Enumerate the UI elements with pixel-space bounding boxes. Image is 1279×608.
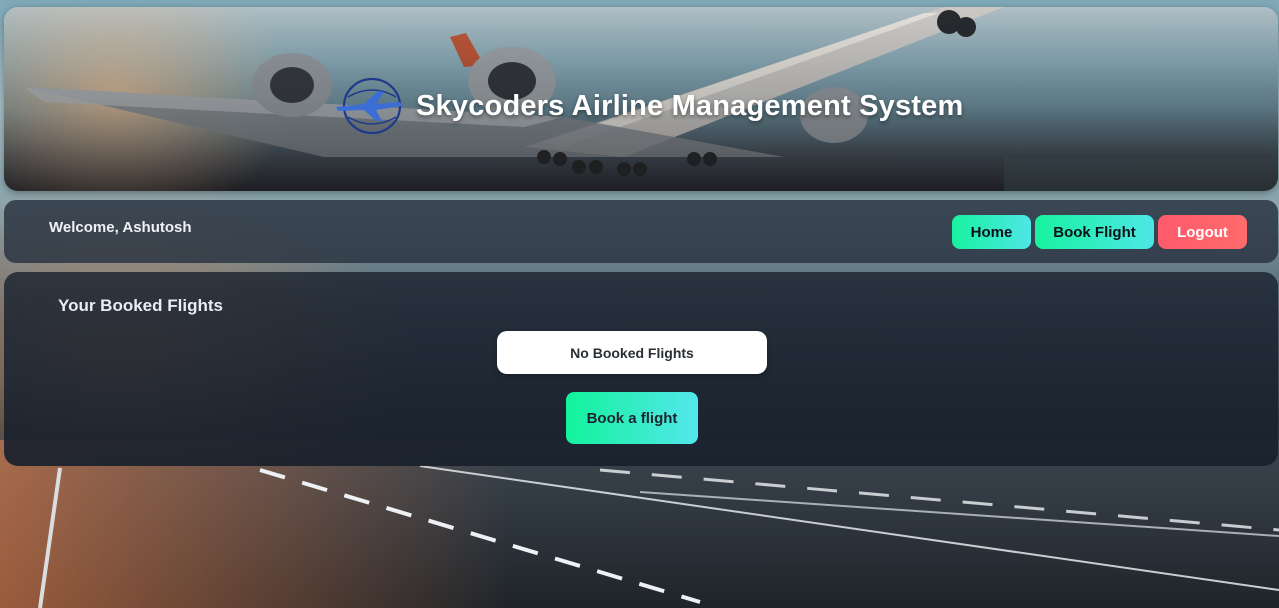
home-button[interactable]: Home bbox=[952, 215, 1031, 249]
navbar: Welcome, Ashutosh Home Book Flight Logou… bbox=[4, 200, 1278, 263]
book-flight-button[interactable]: Book Flight bbox=[1035, 215, 1154, 249]
app-title: Skycoders Airline Management System bbox=[416, 89, 964, 122]
empty-state-message: No Booked Flights bbox=[570, 344, 694, 361]
logout-button[interactable]: Logout bbox=[1158, 215, 1247, 249]
brand: Skycoders Airline Management System bbox=[334, 75, 963, 137]
header-banner: Skycoders Airline Management System bbox=[4, 7, 1278, 191]
empty-state-card: No Booked Flights bbox=[497, 331, 767, 374]
panel-title: Your Booked Flights bbox=[58, 296, 223, 315]
airplane-globe-icon bbox=[336, 77, 402, 135]
booked-flights-panel: Your Booked Flights No Booked Flights Bo… bbox=[4, 272, 1278, 466]
welcome-text: Welcome, Ashutosh bbox=[49, 219, 192, 236]
book-a-flight-button[interactable]: Book a flight bbox=[566, 392, 698, 444]
